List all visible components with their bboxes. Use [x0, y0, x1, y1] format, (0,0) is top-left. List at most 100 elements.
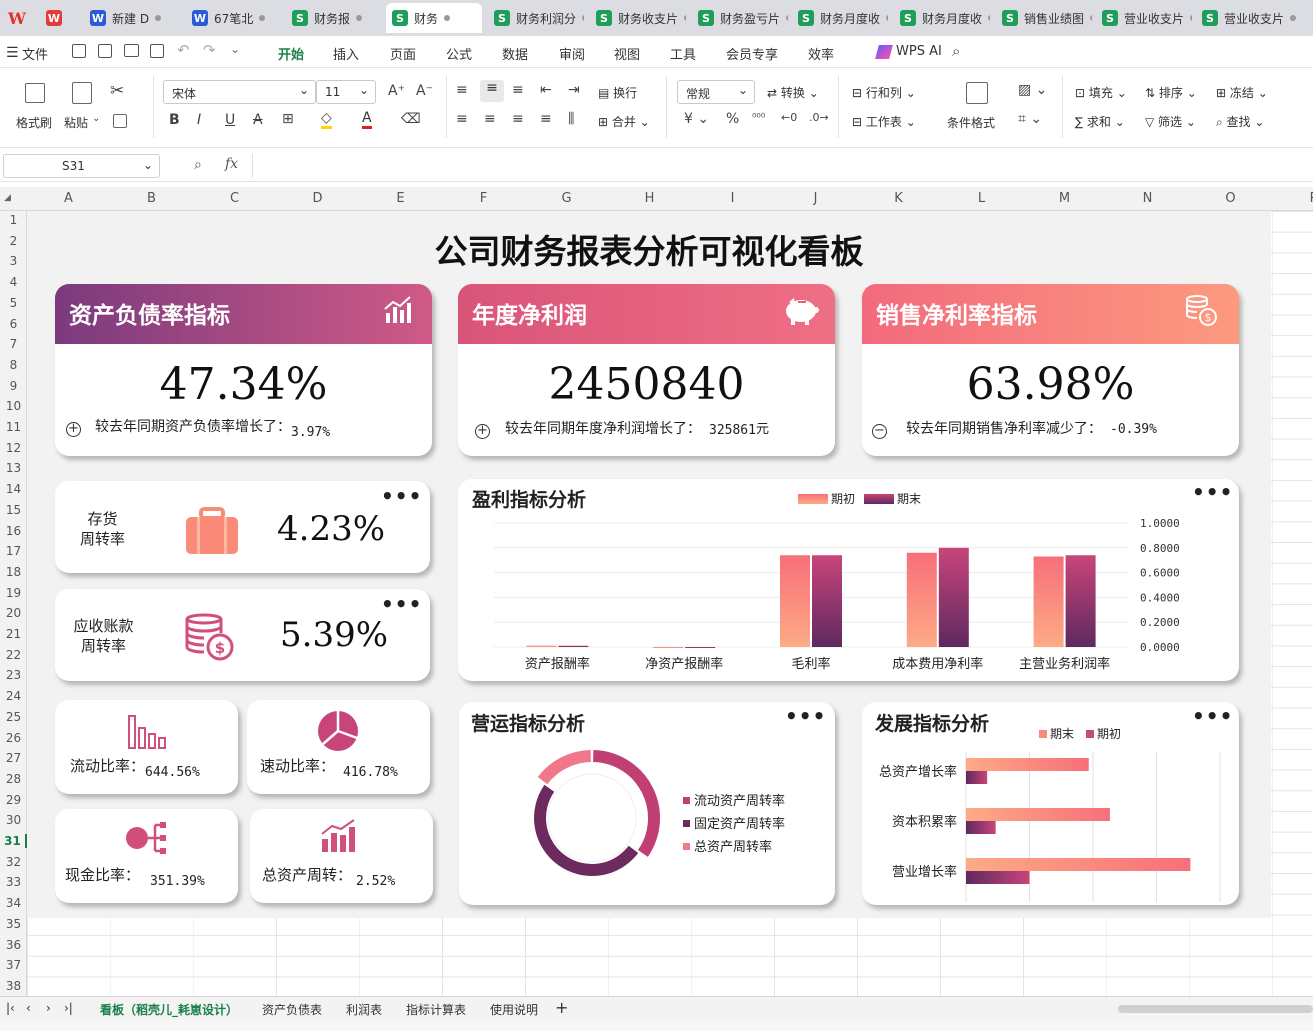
font-name-select[interactable]: 宋体 ⌄	[163, 80, 316, 104]
align-left-icon[interactable]: ≡	[456, 111, 468, 127]
row-header-cell[interactable]: 24	[0, 689, 27, 703]
row-header-cell[interactable]: 18	[0, 565, 27, 579]
more-options-button[interactable]: •••	[381, 484, 422, 508]
fx-icon[interactable]: fx	[225, 156, 238, 172]
name-box[interactable]: S31 ⌄	[3, 154, 160, 178]
row-col-button[interactable]: ⊟ 行和列 ⌄	[852, 84, 916, 101]
find-button[interactable]: ⌕ 查找 ⌄	[1216, 113, 1264, 130]
row-header-cell[interactable]: 8	[0, 358, 27, 372]
column-header-cell[interactable]: O	[1189, 191, 1272, 206]
sort-button[interactable]: ⇅ 排序 ⌄	[1145, 84, 1197, 101]
border-icon[interactable]: ⊞	[282, 111, 294, 127]
thousands-icon[interactable]: ⁰⁰⁰	[752, 111, 765, 124]
row-header-cell[interactable]: 6	[0, 317, 27, 331]
print-preview-icon[interactable]	[150, 44, 164, 58]
row-header-cell[interactable]: 29	[0, 793, 27, 807]
fill-button[interactable]: ⊡ 填充 ⌄	[1075, 84, 1127, 101]
close-tab-icon[interactable]	[988, 15, 990, 21]
row-header-cell[interactable]: 19	[0, 586, 27, 600]
column-header-cell[interactable]: L	[940, 191, 1023, 206]
document-tab[interactable]: S 销售业绩图	[996, 3, 1092, 33]
row-header-cell[interactable]: 38	[0, 979, 27, 993]
merge-button[interactable]: ⊞ 合并 ⌄	[598, 113, 650, 130]
row-header-cell[interactable]: 27	[0, 751, 27, 765]
document-tab[interactable]: W 新建 D	[84, 3, 180, 33]
row-header-cell[interactable]: 17	[0, 544, 27, 558]
row-header-cell[interactable]: 10	[0, 399, 27, 413]
menu-item[interactable]: 开始	[278, 44, 305, 70]
document-tab[interactable]: W	[40, 3, 80, 33]
document-tab[interactable]: S 营业收支片	[1196, 3, 1306, 33]
save-icon[interactable]	[72, 44, 86, 58]
row-header-cell[interactable]: 22	[0, 648, 27, 662]
align-right-icon[interactable]: ≡	[512, 111, 524, 127]
close-tab-icon[interactable]	[786, 15, 788, 21]
paste-icon[interactable]	[72, 82, 92, 104]
menu-file[interactable]: 文件	[22, 44, 48, 63]
menu-item[interactable]: 视图	[614, 44, 640, 63]
worksheet-button[interactable]: ⊟ 工作表 ⌄	[852, 113, 916, 130]
filter-button[interactable]: ▽ 筛选 ⌄	[1145, 113, 1196, 130]
column-header-cell[interactable]: I	[691, 191, 774, 206]
decrease-font-icon[interactable]: A⁻	[416, 83, 433, 99]
cell-style-icon[interactable]: ▨ ⌄	[1018, 82, 1047, 98]
last-sheet-icon[interactable]: ›|	[64, 1001, 73, 1015]
document-tab[interactable]: S 财务月度收	[792, 3, 888, 33]
row-header-cell[interactable]: 30	[0, 813, 27, 827]
sheet-tab[interactable]: 使用说明	[490, 1001, 538, 1018]
row-header-cell[interactable]: 35	[0, 917, 27, 931]
format-painter-button[interactable]: 格式刷	[16, 114, 52, 131]
justify-icon[interactable]: ≡	[540, 111, 552, 127]
column-header-cell[interactable]: B	[110, 191, 193, 206]
next-sheet-icon[interactable]: ›	[46, 1001, 51, 1015]
close-tab-icon[interactable]	[259, 15, 266, 21]
document-tab[interactable]: S 财务月度收	[894, 3, 990, 33]
decimal-decrease-icon[interactable]: .0→	[809, 111, 829, 124]
row-header-cell[interactable]: 37	[0, 958, 27, 972]
column-header-cell[interactable]: N	[1106, 191, 1189, 206]
sheet-tab[interactable]: 利润表	[346, 1001, 382, 1018]
row-header-cell[interactable]: 34	[0, 896, 27, 910]
column-header-cell[interactable]: H	[608, 191, 691, 206]
column-header-cell[interactable]: G	[525, 191, 608, 206]
row-header-cell[interactable]: 33	[0, 875, 27, 889]
decimal-increase-icon[interactable]: ←0	[781, 111, 797, 124]
column-header-cell[interactable]: J	[774, 191, 857, 206]
close-tab-icon[interactable]	[1290, 15, 1297, 21]
align-bottom-icon[interactable]: ≡	[512, 82, 524, 98]
close-tab-icon[interactable]	[444, 15, 451, 21]
row-header-cell[interactable]: 36	[0, 938, 27, 952]
row-header-cell[interactable]: 23	[0, 668, 27, 682]
align-middle-icon[interactable]: ≡	[480, 80, 504, 102]
row-header-cell[interactable]: 11	[0, 420, 27, 434]
currency-icon[interactable]: ¥ ⌄	[684, 111, 709, 127]
row-header-cell[interactable]: 28	[0, 772, 27, 786]
row-header-cell[interactable]: 7	[0, 337, 27, 351]
column-header-cell[interactable]: C	[193, 191, 276, 206]
row-header-cell[interactable]: 16	[0, 524, 27, 538]
zoom-icon[interactable]: ⌕	[194, 157, 202, 173]
document-tab[interactable]: S 财务盈亏片	[692, 3, 788, 33]
row-header-cell[interactable]: 5	[0, 296, 27, 310]
document-tab[interactable]: S 财务利润分	[488, 3, 584, 33]
row-header-cell[interactable]: 2	[0, 234, 27, 248]
close-tab-icon[interactable]	[1190, 15, 1192, 21]
horizontal-scrollbar[interactable]	[1118, 1005, 1313, 1013]
format-painter-icon[interactable]	[25, 83, 45, 103]
align-center-icon[interactable]: ≡	[484, 111, 496, 127]
prev-sheet-icon[interactable]: ‹	[26, 1001, 31, 1015]
sum-button[interactable]: ∑ 求和 ⌄	[1075, 113, 1125, 130]
row-header-cell[interactable]: 4	[0, 275, 27, 289]
menu-item[interactable]: 数据	[502, 44, 528, 63]
column-header-cell[interactable]: E	[359, 191, 442, 206]
sheet-tab[interactable]: 资产负债表	[262, 1001, 322, 1018]
document-tab[interactable]: W 67笔北	[186, 3, 280, 33]
align-top-icon[interactable]: ≡	[456, 82, 468, 98]
row-header-cell[interactable]: 1	[0, 213, 27, 227]
paste-dropdown-icon[interactable]: ⌄	[92, 113, 100, 124]
close-tab-icon[interactable]	[155, 15, 162, 21]
menu-item[interactable]: 效率	[808, 44, 834, 63]
freeze-button[interactable]: ⊞ 冻结 ⌄	[1216, 84, 1268, 101]
underline-icon[interactable]: U	[225, 112, 235, 128]
row-header-cell[interactable]: 21	[0, 627, 27, 641]
